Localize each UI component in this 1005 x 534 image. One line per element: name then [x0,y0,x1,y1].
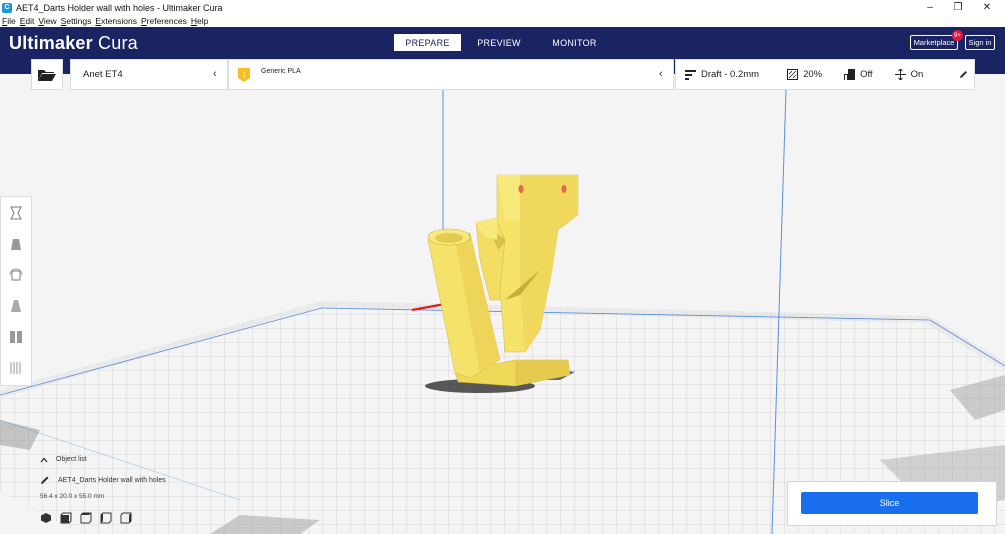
printer-name: Anet ET4 [83,69,123,80]
close-button[interactable]: ✕ [972,0,1002,15]
menu-file[interactable]: File [0,16,18,26]
object-list-label: Object list [56,456,87,463]
slice-panel: Slice [787,481,997,526]
sign-in-button[interactable]: Sign in [965,35,995,50]
app-header: Ultimaker Cura PREPARE PREVIEW MONITOR M… [0,27,1005,60]
rotate-tool[interactable] [1,259,31,290]
menu-extensions[interactable]: Extensions [93,16,139,26]
adhesion-icon [894,69,906,80]
brand-logo: Ultimaker Cura [9,33,138,53]
printer-selector[interactable]: Anet ET4 ‹ [70,59,228,90]
support-label: Off [860,69,873,80]
infill-icon [787,69,799,80]
cura-app-icon: C [2,2,12,13]
menu-preferences[interactable]: Preferences [139,16,189,26]
menu-bar: File Edit View Settings Extensions Prefe… [0,15,1005,27]
view-front-icon[interactable] [60,512,72,524]
chevron-left-icon: ‹ [213,68,217,80]
print-settings-panel[interactable]: Draft - 0.2mm 20% Off On [675,59,975,90]
tab-monitor[interactable]: MONITOR [542,34,607,51]
material-selector[interactable]: 1 Generic PLA ‹ [228,59,674,90]
scale-tool[interactable] [1,228,31,259]
window-titlebar: C AET4_Darts Holder wall with holes - Ul… [0,0,1005,15]
camera-view-buttons [40,512,132,524]
support-blocker-icon [10,361,21,374]
object-dimensions: 56.4 x 20.0 x 55.0 mm [40,493,105,500]
adhesion-label: On [910,69,924,80]
window-title: AET4_Darts Holder wall with holes - Ulti… [16,2,223,13]
menu-edit[interactable]: Edit [18,16,37,26]
view-right-icon[interactable] [120,512,132,524]
chevron-up-icon [40,457,48,462]
view-left-icon[interactable] [100,512,112,524]
menu-view[interactable]: View [36,16,58,26]
infill-label: 20% [803,69,823,80]
marketplace-badge: 9+ [952,30,963,41]
menu-settings[interactable]: Settings [59,16,94,26]
object-name-row[interactable]: AET4_Darts Holder wall with holes [40,475,166,485]
view-3d-icon[interactable] [40,512,52,524]
object-name: AET4_Darts Holder wall with holes [58,476,166,484]
rotate-icon [9,268,23,280]
mirror-tool[interactable] [1,290,31,321]
folder-open-icon [38,69,56,81]
mirror-icon [11,299,21,312]
object-list-toggle[interactable]: Object list [40,456,87,463]
support-blocker-tool[interactable] [1,352,31,383]
profile-label: Draft - 0.2mm [701,69,760,80]
extruder-badge-icon: 1 [238,67,250,82]
pencil-icon[interactable] [959,70,968,79]
material-name: Generic PLA [261,68,301,75]
pencil-icon [41,476,49,484]
per-model-settings-tool[interactable] [1,321,31,352]
chevron-left-icon: ‹ [659,68,663,80]
profile-icon [685,69,696,80]
move-icon [10,206,22,219]
scale-icon [11,238,21,250]
tab-prepare[interactable]: PREPARE [394,34,461,51]
minimize-button[interactable]: – [915,0,945,15]
open-file-button[interactable] [31,59,63,90]
tool-panel [0,196,32,386]
slice-button[interactable]: Slice [801,492,978,514]
marketplace-button[interactable]: Marketplace [910,35,958,50]
build-plate-viewport[interactable] [0,90,1005,534]
support-icon [844,69,856,80]
view-top-icon[interactable] [80,512,92,524]
per-model-settings-icon [10,330,22,343]
maximize-button[interactable]: ❐ [943,0,973,15]
tab-preview[interactable]: PREVIEW [468,34,530,51]
menu-help[interactable]: Help [189,16,210,26]
move-tool[interactable] [1,197,31,228]
